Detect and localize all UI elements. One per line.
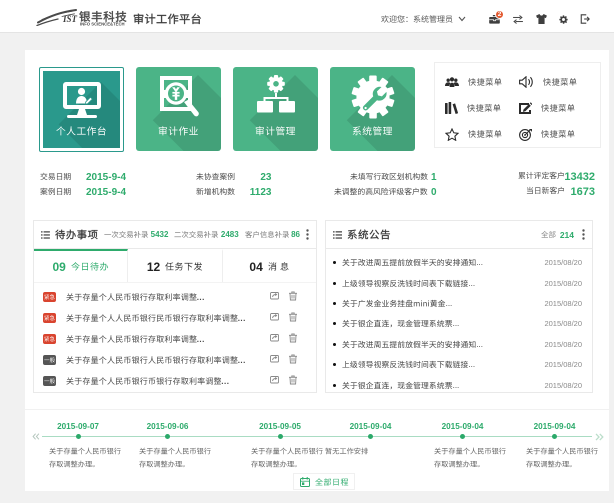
svg-text:INFO SCIENCE&TECH: INFO SCIENCE&TECH (80, 22, 125, 27)
